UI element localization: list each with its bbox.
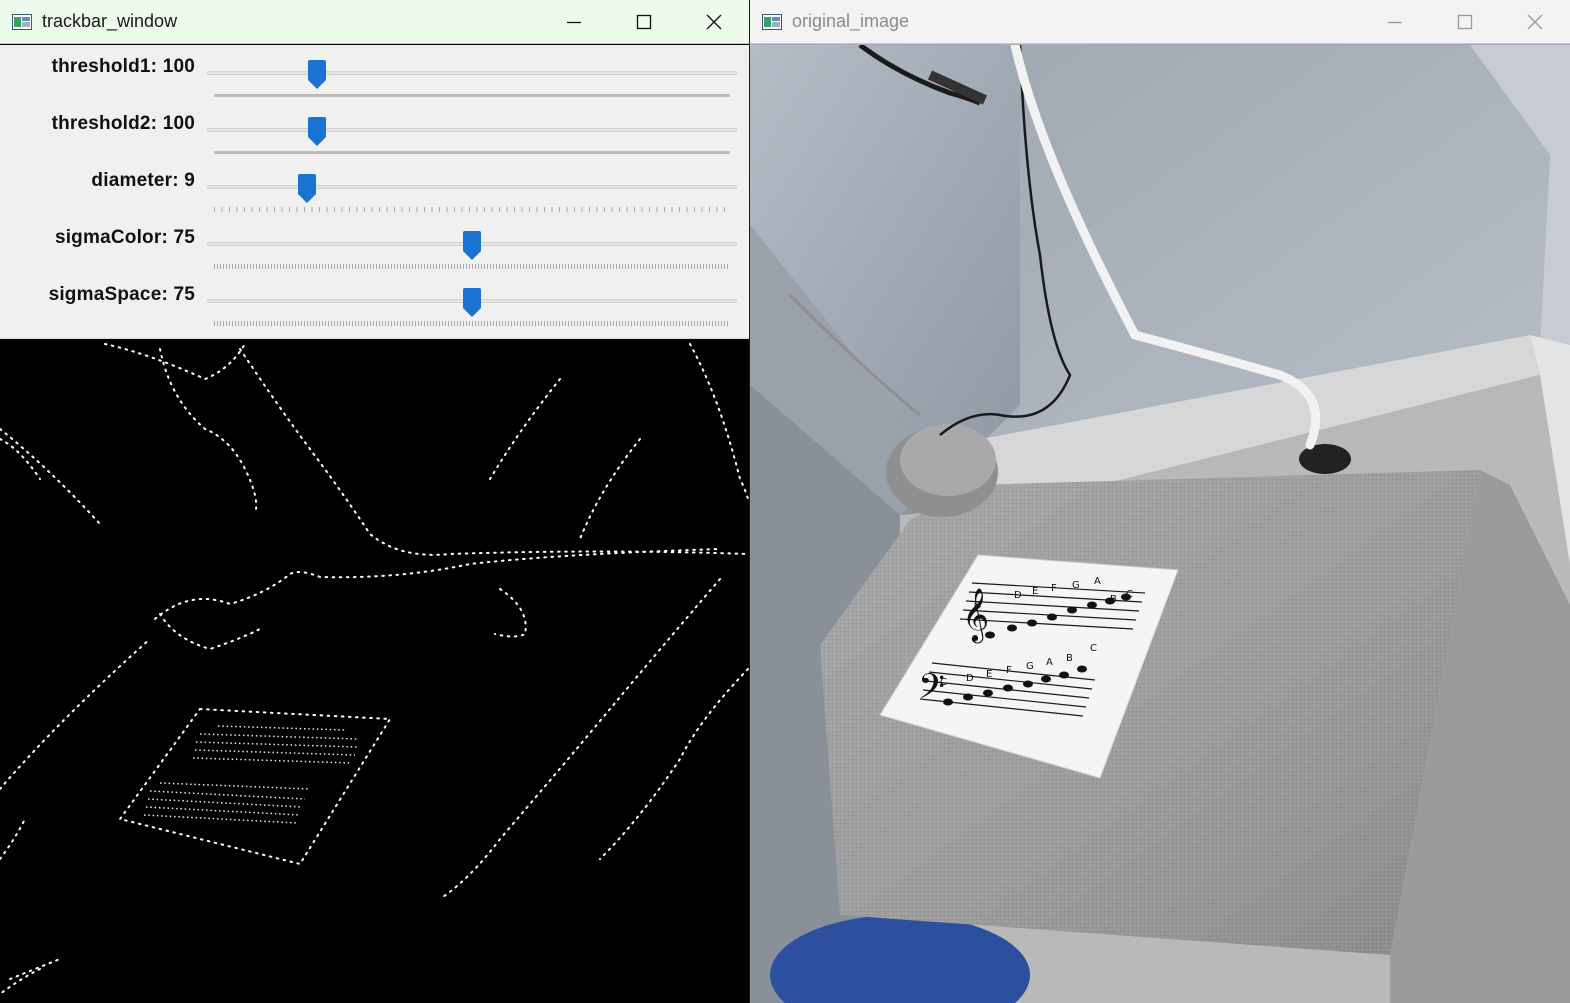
trackbar-threshold1[interactable]: threshold1: 100 [0, 53, 749, 110]
app-window-icon [762, 13, 782, 30]
slider-thumb-icon [308, 60, 327, 89]
trackbar-groove[interactable] [207, 185, 737, 189]
note-letter: E [986, 669, 992, 680]
close-button[interactable] [679, 0, 749, 44]
slider-thumb-icon [308, 117, 327, 146]
trackbar-label: sigmaSpace: 75 [48, 284, 195, 305]
trackbar-thumb[interactable] [308, 117, 327, 146]
edge-map [0, 343, 749, 995]
trackbar-sigmaspace[interactable]: sigmaSpace: 75 [0, 281, 749, 338]
note-letter: C [974, 600, 981, 611]
note-letter: B [1066, 653, 1073, 664]
close-icon [1527, 14, 1543, 29]
maximize-icon [636, 14, 652, 29]
maximize-icon [1457, 14, 1473, 29]
trackbar-groove[interactable] [207, 71, 737, 75]
original-image-window[interactable]: original_image 𝄞 𝄢 C D E F G A B C C D E… [750, 0, 1570, 1003]
note-letter: G [1026, 661, 1034, 672]
note-letter: A [1046, 657, 1053, 668]
note-letter: E [1032, 586, 1038, 597]
trackbar-ticks [214, 94, 730, 97]
window-title: original_image [792, 11, 910, 31]
note-letter: C [1090, 643, 1097, 654]
trackbar-label: threshold1: 100 [51, 56, 195, 77]
slider-thumb-icon [297, 174, 316, 203]
photo-scene: 𝄞 𝄢 C D E F G A B C C D E F G A B C [750, 45, 1570, 1003]
trackbar-thumb[interactable] [308, 60, 327, 89]
minimize-button[interactable] [539, 0, 609, 44]
minimize-button[interactable] [1360, 0, 1430, 44]
minimize-icon [567, 21, 581, 23]
trackbar-label: sigmaColor: 75 [54, 227, 195, 248]
maximize-button[interactable] [609, 0, 679, 44]
original-photo: 𝄞 𝄢 C D E F G A B C C D E F G A B C [750, 45, 1570, 1003]
trackbar-window[interactable]: trackbar_window threshold1: 100 threshol… [0, 0, 749, 1003]
trackbar-label: diameter: 9 [91, 170, 195, 191]
trackbar-panel: threshold1: 100 threshold2: 100 diameter… [0, 45, 749, 339]
trackbar-groove[interactable] [207, 128, 737, 132]
trackbar-diameter[interactable]: diameter: 9 [0, 167, 749, 224]
slider-thumb-icon [463, 231, 481, 260]
close-button[interactable] [1500, 0, 1570, 44]
note-letter: B [1110, 594, 1117, 605]
trackbar-label: threshold2: 100 [51, 113, 195, 134]
trackbar-ticks [214, 321, 730, 326]
window-title: trackbar_window [42, 11, 178, 31]
trackbar-ticks [214, 151, 730, 154]
close-icon [706, 14, 722, 29]
original-window-titlebar[interactable]: original_image [750, 0, 1570, 44]
trackbar-thumb[interactable] [297, 174, 316, 203]
trackbar-window-titlebar[interactable]: trackbar_window [0, 0, 749, 44]
app-window-icon [12, 13, 32, 30]
trackbar-threshold2[interactable]: threshold2: 100 [0, 110, 749, 167]
note-letter: F [1051, 583, 1057, 594]
note-letter: C [940, 677, 947, 688]
note-letter: C [1126, 589, 1133, 600]
edge-detection-image [0, 339, 749, 1003]
trackbar-ticks [214, 264, 730, 269]
note-letter: D [1014, 590, 1022, 601]
note-letter: G [1072, 580, 1080, 591]
trackbar-ticks [214, 207, 730, 212]
minimize-icon [1388, 21, 1402, 23]
maximize-button[interactable] [1430, 0, 1500, 44]
note-letter: F [1006, 665, 1012, 676]
trackbar-thumb[interactable] [463, 231, 481, 260]
note-letter: D [966, 673, 974, 684]
trackbar-thumb[interactable] [463, 288, 481, 317]
slider-thumb-icon [463, 288, 481, 317]
trackbar-sigmacolor[interactable]: sigmaColor: 75 [0, 224, 749, 281]
svg-text:𝄢: 𝄢 [918, 666, 945, 715]
note-letter: A [1094, 576, 1101, 587]
